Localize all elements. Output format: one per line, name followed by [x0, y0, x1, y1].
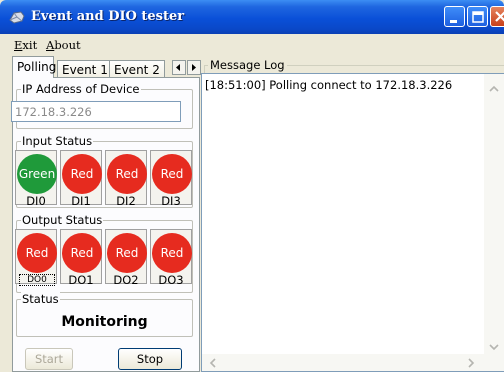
input-channel-di3: Red DI3 [150, 150, 192, 208]
output-channel-do2[interactable]: Red DO2 [105, 229, 147, 287]
scroll-up-icon[interactable] [487, 82, 501, 96]
channel-label: DO2 [113, 273, 139, 287]
channel-label: DI3 [161, 194, 181, 208]
window-title: Event and DIO tester [31, 9, 185, 24]
scroll-left-icon[interactable] [206, 356, 220, 370]
output-status-label: Output Status [21, 213, 104, 227]
scroll-down-icon[interactable] [487, 340, 501, 354]
output-channel-do1[interactable]: Red DO1 [60, 229, 102, 287]
tab-scroll-arrows [172, 60, 201, 75]
tab-polling[interactable]: Polling [12, 56, 56, 78]
status-label: Status [21, 292, 60, 306]
channel-label: DI0 [26, 194, 46, 208]
status-led: Red [152, 233, 192, 273]
tab-scroll-right-button[interactable] [187, 60, 201, 75]
message-log-label: Message Log [208, 58, 287, 72]
status-led: Red [107, 154, 147, 194]
channel-label: DO3 [158, 273, 184, 287]
start-button[interactable]: Start [25, 348, 73, 370]
status-led: Red [152, 154, 192, 194]
stop-button[interactable]: Stop [118, 348, 182, 370]
horizontal-scrollbar[interactable] [202, 354, 484, 371]
status-led: Green [17, 154, 57, 194]
channel-label: DO0 [19, 274, 55, 286]
app-icon [9, 11, 25, 24]
title-bar: Event and DIO tester [0, 0, 504, 34]
status-value: Monitoring [61, 314, 148, 330]
minimize-icon [450, 20, 457, 23]
message-log-list[interactable]: [18:51:00] Polling connect to 172.18.3.2… [201, 73, 504, 372]
scroll-right-icon[interactable] [464, 356, 478, 370]
tab-event-1[interactable]: Event 1 [57, 60, 111, 78]
log-entry: [18:51:00] Polling connect to 172.18.3.2… [205, 78, 453, 92]
input-status-label: Input Status [21, 134, 94, 148]
tab-scroll-left-button[interactable] [172, 60, 186, 75]
output-channel-do0[interactable]: Red DO0 [15, 229, 57, 286]
input-channel-di2: Red DI2 [105, 150, 147, 208]
tab-event-2[interactable]: Event 2 [109, 60, 165, 78]
menu-bar: Exit About [0, 34, 504, 54]
status-group: Status Monitoring [16, 292, 193, 337]
channel-label: DI1 [71, 194, 91, 208]
status-led: Red [62, 154, 102, 194]
status-led: Red [107, 233, 147, 273]
ip-address-field[interactable]: 172.18.3.226 [11, 101, 181, 122]
status-led: Red [17, 233, 57, 273]
channel-label: DI2 [116, 194, 136, 208]
arrow-right-icon [192, 64, 196, 71]
status-led: Red [62, 233, 102, 273]
close-button[interactable] [490, 6, 504, 27]
maximize-icon [472, 11, 484, 23]
vertical-scrollbar[interactable] [484, 74, 504, 371]
channel-label: DO1 [68, 273, 94, 287]
ip-address-label: IP Address of Device [21, 82, 141, 96]
close-icon [495, 11, 504, 22]
minimize-button[interactable] [444, 6, 465, 27]
maximize-button[interactable] [467, 6, 488, 27]
arrow-left-icon [176, 64, 180, 71]
output-channel-do3[interactable]: Red DO3 [150, 229, 192, 287]
menu-about[interactable]: About [46, 38, 81, 52]
menu-exit[interactable]: Exit [14, 38, 37, 52]
input-channel-di0: Green DI0 [15, 150, 57, 208]
input-channel-di1: Red DI1 [60, 150, 102, 208]
